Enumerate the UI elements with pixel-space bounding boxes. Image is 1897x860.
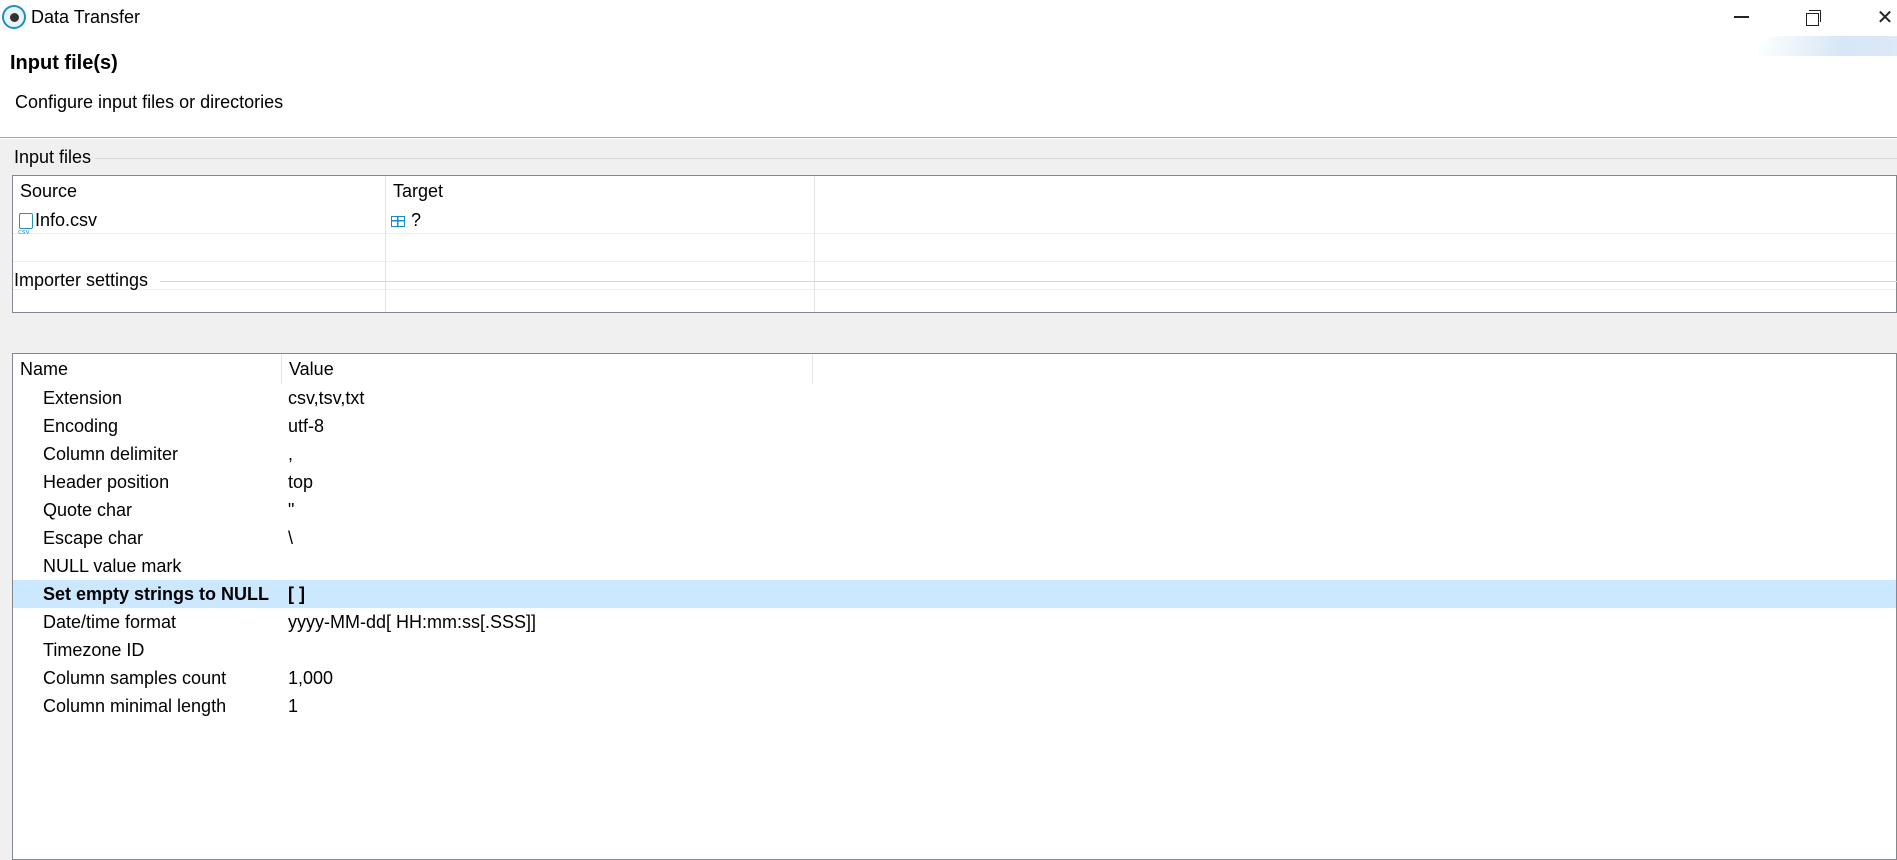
setting-value[interactable]: yyyy-MM-dd[ HH:mm:ss[.SSS]] [288, 608, 536, 636]
setting-row-quote-char[interactable]: Quote char " [13, 496, 1896, 524]
setting-name: NULL value mark [43, 556, 182, 576]
column-header-value[interactable]: Value [282, 354, 813, 384]
setting-value[interactable]: utf-8 [288, 412, 324, 440]
close-button[interactable]: ✕ [1856, 0, 1897, 34]
setting-row-null-value-mark[interactable]: NULL value mark [13, 552, 1896, 580]
input-files-group-label: Input files [14, 147, 92, 167]
setting-name: Escape char [43, 528, 144, 548]
setting-name: Column delimiter [43, 444, 179, 464]
target-cell[interactable]: ? [386, 206, 815, 234]
setting-row-timezone-id[interactable]: Timezone ID [13, 636, 1896, 664]
setting-name: Quote char [43, 500, 133, 520]
group-divider [95, 158, 1897, 159]
minimize-icon [1733, 16, 1749, 18]
column-header-target[interactable]: Target [386, 176, 815, 206]
empty-cell [386, 262, 815, 290]
empty-cell [13, 234, 386, 262]
page-title: Input file(s) [10, 52, 118, 74]
setting-name: Extension [43, 388, 123, 408]
setting-value[interactable]: csv,tsv,txt [288, 384, 364, 412]
page-description: Configure input files or directories [15, 92, 284, 112]
table-icon [391, 215, 405, 227]
setting-row-escape-char[interactable]: Escape char \ [13, 524, 1896, 552]
table-row[interactable]: Info.csv ? [13, 206, 1896, 246]
setting-name: Column minimal length [43, 696, 227, 716]
column-header-source[interactable]: Source [13, 176, 386, 206]
setting-value[interactable]: 1 [288, 692, 298, 720]
column-header-name[interactable]: Name [13, 354, 282, 384]
setting-name: Encoding [43, 416, 119, 436]
target-name: ? [411, 210, 422, 230]
table-header: Source Target [13, 176, 1896, 206]
empty-cell [13, 290, 386, 312]
setting-value[interactable]: " [288, 496, 294, 524]
setting-row-header-position[interactable]: Header position top [13, 468, 1896, 496]
close-icon: ✕ [1876, 6, 1894, 29]
setting-row-encoding[interactable]: Encoding utf-8 [13, 412, 1896, 440]
source-file-name: Info.csv [35, 210, 98, 230]
group-divider [160, 281, 1897, 282]
table-row-empty [13, 262, 1896, 290]
setting-name: Timezone ID [43, 640, 145, 660]
setting-name: Column samples count [43, 668, 227, 688]
setting-row-column-minimal-length[interactable]: Column minimal length 1 [13, 692, 1896, 720]
restore-icon [1805, 9, 1821, 26]
setting-row-column-delimiter[interactable]: Column delimiter , [13, 440, 1896, 468]
importer-settings-group-label: Importer settings [14, 270, 149, 290]
empty-cell [386, 234, 815, 262]
wizard-header: Input file(s) Configure input files or d… [0, 36, 1897, 138]
title-bar: Data Transfer ✕ [0, 0, 1897, 36]
setting-value[interactable]: \ [288, 524, 293, 552]
minimize-button[interactable] [1712, 0, 1770, 34]
header-decoration [1757, 36, 1897, 56]
setting-name: Set empty strings to NULL [43, 584, 270, 604]
setting-row-set-empty-strings-to-null[interactable]: Set empty strings to NULL [ ] [13, 580, 1896, 608]
table-row-empty [13, 290, 1896, 312]
setting-value[interactable]: , [288, 440, 293, 468]
table-row-empty [13, 234, 1896, 262]
wizard-content: Input files Source Target Info.csv ? Im [0, 139, 1897, 860]
window-title: Data Transfer [31, 7, 141, 27]
setting-row-extension[interactable]: Extension csv,tsv,txt [13, 384, 1896, 412]
setting-checkbox-value[interactable]: [ ] [288, 580, 305, 608]
setting-value[interactable]: top [288, 468, 313, 496]
empty-cell [386, 290, 815, 312]
setting-row-column-samples-count[interactable]: Column samples count 1,000 [13, 664, 1896, 692]
setting-name: Date/time format [43, 612, 177, 632]
restore-button[interactable] [1784, 0, 1842, 34]
setting-row-datetime-format[interactable]: Date/time format yyyy-MM-dd[ HH:mm:ss[.S… [13, 608, 1896, 636]
setting-value[interactable]: 1,000 [288, 664, 333, 692]
dbeaver-beaver-icon [2, 5, 26, 29]
importer-settings-table[interactable]: Name Value Extension csv,tsv,txt Encodin… [12, 353, 1897, 860]
source-cell[interactable]: Info.csv [13, 206, 386, 246]
table-header: Name Value [13, 354, 1896, 384]
setting-name: Header position [43, 472, 170, 492]
csv-file-icon [18, 213, 33, 246]
input-files-table[interactable]: Source Target Info.csv ? [12, 175, 1897, 313]
